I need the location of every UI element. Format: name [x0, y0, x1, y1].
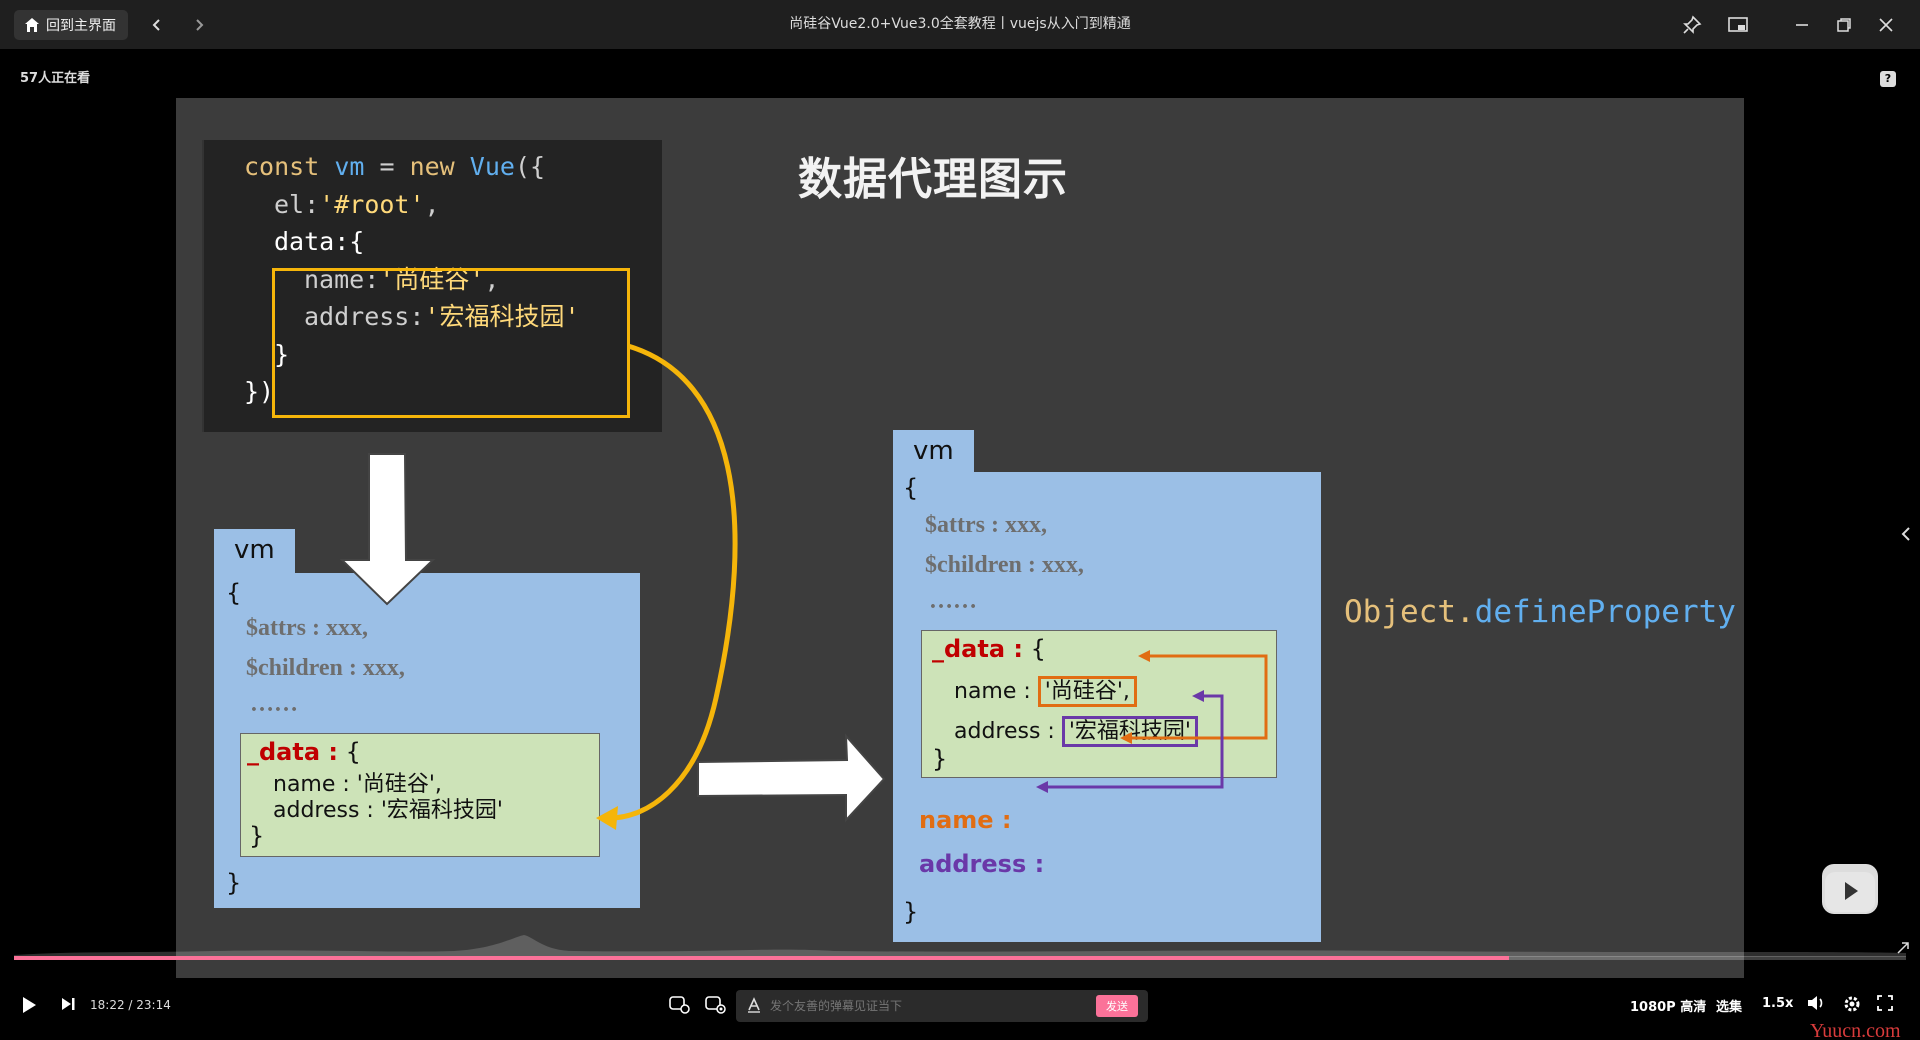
control-bar: 18:22 / 23:14 发送 1080P 高清 选集 1.5x [0, 974, 1920, 1040]
yellow-arrowhead-icon [596, 806, 618, 830]
danmaku-bar: 发送 [736, 990, 1148, 1022]
home-button-label: 回到主界面 [46, 18, 116, 34]
play-icon[interactable] [20, 996, 38, 1014]
sidebar-expand-icon[interactable] [1900, 523, 1912, 547]
fullscreen-icon[interactable] [1876, 994, 1894, 1012]
slide: 数据代理图示 const vm = new Vue({ el:'#root', … [176, 98, 1744, 978]
danmaku-settings-icon[interactable] [704, 994, 726, 1014]
title-bar: 回到主界面 尚硅谷Vue2.0+Vue3.0全套教程丨vuejs从入门到精通 [0, 0, 1920, 49]
time-display: 18:22 / 23:14 [90, 998, 171, 1012]
window-title: 尚硅谷Vue2.0+Vue3.0全套教程丨vuejs从入门到精通 [789, 16, 1131, 32]
yellow-curve-arrow [609, 343, 738, 821]
fullscreen-corner-icon[interactable] [1896, 940, 1910, 959]
viewer-count: 57人正在看 [20, 71, 91, 86]
help-icon[interactable]: ? [1880, 71, 1896, 87]
down-arrow-icon [339, 453, 436, 606]
episodes-button[interactable]: 选集 [1716, 996, 1742, 1015]
bilibili-tv-icon [1822, 864, 1878, 914]
quality-selector[interactable]: 1080P 高清 [1630, 996, 1706, 1015]
watermark-text: Yuucn.com [1810, 1020, 1901, 1040]
home-button[interactable]: 回到主界面 [14, 10, 128, 40]
mini-player-icon[interactable] [1722, 9, 1754, 41]
purple-arrowhead-address-icon [1036, 781, 1048, 793]
speed-selector[interactable]: 1.5x [1762, 996, 1793, 1011]
close-icon[interactable] [1870, 9, 1902, 41]
progress-played [14, 956, 1509, 960]
diagram-arrows [339, 343, 1268, 830]
home-icon [25, 18, 39, 32]
orange-arrowhead-name-icon [1120, 732, 1132, 744]
danmaku-style-icon[interactable] [746, 997, 762, 1017]
progress-bar[interactable] [14, 956, 1906, 960]
danmaku-input[interactable] [736, 999, 1096, 1013]
next-icon[interactable] [60, 996, 76, 1012]
right-arrow-icon [697, 733, 886, 823]
danmaku-toggle-icon[interactable] [668, 994, 690, 1014]
orange-arrowhead-left-icon [1138, 650, 1150, 662]
purple-arrowhead-left-icon [1192, 690, 1204, 702]
minimize-icon[interactable] [1786, 9, 1818, 41]
forward-arrow-icon[interactable] [184, 10, 214, 40]
pin-icon[interactable] [1676, 9, 1708, 41]
settings-gear-icon[interactable] [1842, 994, 1862, 1014]
back-arrow-icon[interactable] [142, 10, 172, 40]
volume-icon[interactable] [1806, 994, 1826, 1012]
heat-waveform [14, 935, 1906, 957]
maximize-icon[interactable] [1828, 9, 1860, 41]
send-danmaku-button[interactable]: 发送 [1096, 995, 1138, 1017]
video-player[interactable]: 57人正在看 ? 数据代理图示 const vm = new Vue({ el:… [0, 49, 1920, 1040]
